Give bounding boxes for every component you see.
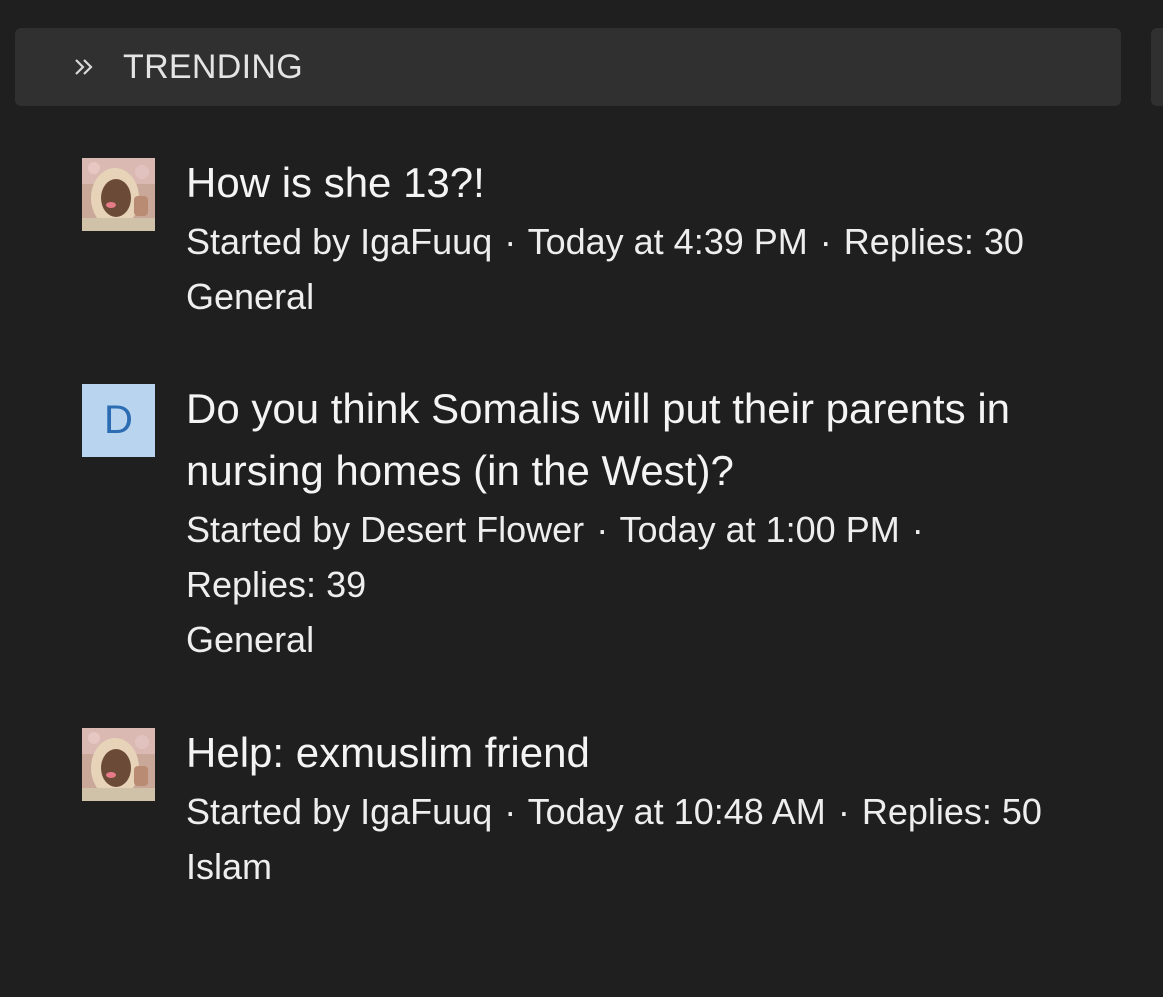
adjacent-block-edge xyxy=(1151,28,1163,106)
meta-separator: · xyxy=(504,791,517,832)
double-chevron-right-icon xyxy=(73,56,99,78)
thread-item: How is she 13?! Started by IgaFuuq · Tod… xyxy=(82,158,1112,318)
thread-replies: Replies: 50 xyxy=(861,791,1042,832)
thread-meta: Started by IgaFuuq · Today at 10:48 AM ·… xyxy=(186,784,1106,839)
thread-meta: Started by IgaFuuq · Today at 4:39 PM · … xyxy=(186,214,1106,269)
thread-author[interactable]: Desert Flower xyxy=(360,509,584,550)
thread-forum[interactable]: General xyxy=(186,612,1106,667)
meta-separator: · xyxy=(911,509,924,550)
meta-separator: · xyxy=(837,791,850,832)
user-avatar[interactable] xyxy=(82,728,155,801)
thread-time[interactable]: Today at 1:00 PM xyxy=(620,509,900,550)
avatar-letter: D xyxy=(104,398,133,442)
thread-content: How is she 13?! Started by IgaFuuq · Tod… xyxy=(186,158,1106,324)
started-by-label: Started by xyxy=(186,221,351,262)
thread-time[interactable]: Today at 10:48 AM xyxy=(528,791,826,832)
user-avatar[interactable]: D xyxy=(82,384,155,457)
started-by-label: Started by xyxy=(186,791,351,832)
thread-forum[interactable]: General xyxy=(186,269,1106,324)
meta-separator: · xyxy=(504,221,517,262)
thread-title[interactable]: Help: exmuslim friend xyxy=(186,722,1106,784)
thread-title[interactable]: Do you think Somalis will put their pare… xyxy=(186,378,1106,502)
trending-block-header[interactable]: TRENDING xyxy=(15,28,1121,106)
thread-meta: Started by Desert Flower · Today at 1:00… xyxy=(186,502,1106,612)
thread-item: D Do you think Somalis will put their pa… xyxy=(82,384,1112,674)
thread-replies: Replies: 30 xyxy=(843,221,1024,262)
meta-separator: · xyxy=(819,221,832,262)
block-title: TRENDING xyxy=(123,47,303,86)
thread-author[interactable]: IgaFuuq xyxy=(360,221,492,262)
trending-page: TRENDING How is she 13?! Started by IgaF… xyxy=(0,0,1163,997)
thread-title[interactable]: How is she 13?! xyxy=(186,152,1106,214)
meta-separator: · xyxy=(596,509,609,550)
thread-replies: Replies: 39 xyxy=(186,564,367,605)
started-by-label: Started by xyxy=(186,509,351,550)
thread-author[interactable]: IgaFuuq xyxy=(360,791,492,832)
user-avatar[interactable] xyxy=(82,158,155,231)
thread-content: Do you think Somalis will put their pare… xyxy=(186,384,1106,667)
thread-item: Help: exmuslim friend Started by IgaFuuq… xyxy=(82,728,1112,958)
thread-forum[interactable]: Islam xyxy=(186,839,1106,894)
thread-time[interactable]: Today at 4:39 PM xyxy=(528,221,808,262)
thread-content: Help: exmuslim friend Started by IgaFuuq… xyxy=(186,728,1106,894)
